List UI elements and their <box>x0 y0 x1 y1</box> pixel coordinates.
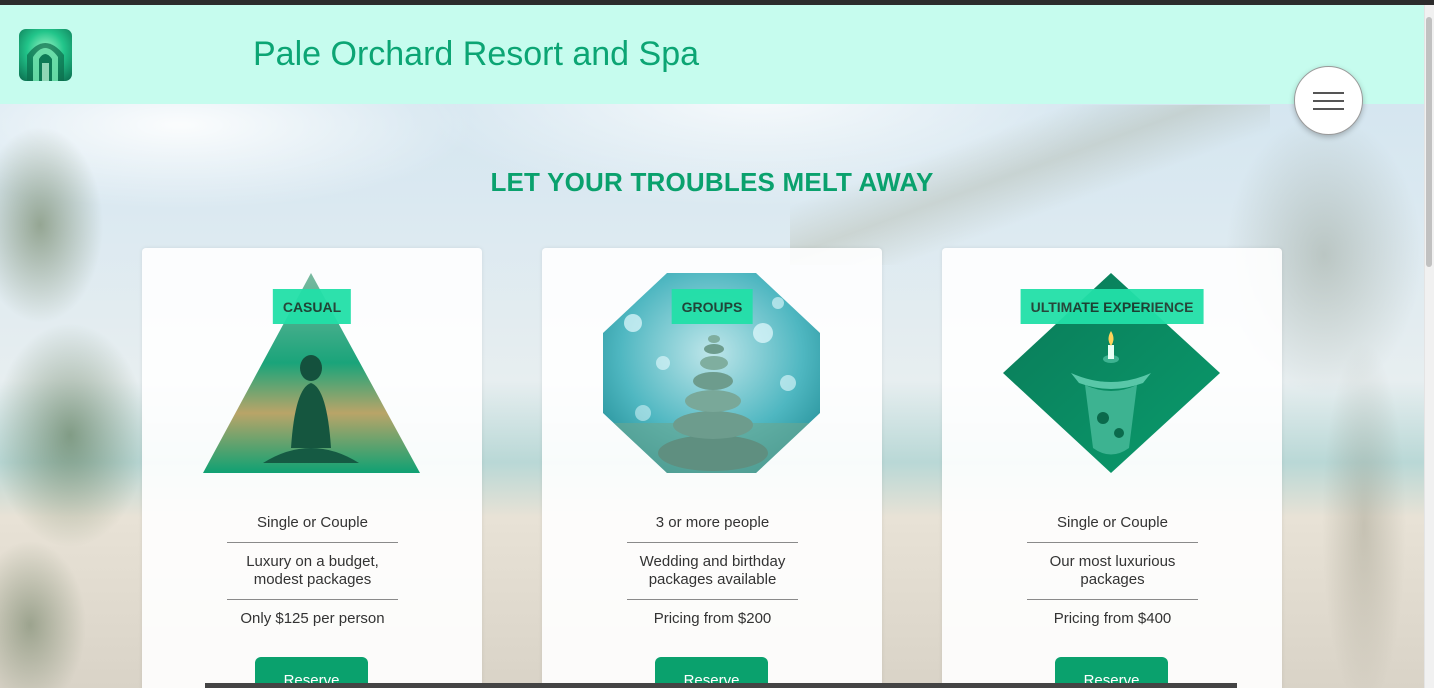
feature-item: Single or Couple <box>1027 510 1198 543</box>
hamburger-menu-icon <box>1313 91 1344 94</box>
site-header: Pale Orchard Resort and Spa <box>0 5 1424 104</box>
hamburger-menu-button[interactable] <box>1294 66 1363 135</box>
feature-list: Single or Couple Our most luxurious pack… <box>1027 510 1198 638</box>
feature-list: 3 or more people Wedding and birthday pa… <box>627 510 798 638</box>
feature-item: 3 or more people <box>627 510 798 543</box>
page: Pale Orchard Resort and Spa LET YOUR TRO… <box>0 5 1424 688</box>
package-card-casual: CASUAL Single or Couple Luxury on a budg… <box>142 248 482 688</box>
feature-item: Luxury on a budget, modest packages <box>227 543 398 600</box>
page-headline: LET YOUR TROUBLES MELT AWAY <box>490 167 934 197</box>
site-title: Pale Orchard Resort and Spa <box>253 35 700 73</box>
feature-list: Single or Couple Luxury on a budget, mod… <box>227 510 398 638</box>
vertical-scrollbar[interactable] <box>1424 5 1434 688</box>
feature-item: Wedding and birthday packages available <box>627 543 798 600</box>
package-tag: ULTIMATE EXPERIENCE <box>1020 289 1204 324</box>
package-card-ultimate: ULTIMATE EXPERIENCE Single or Couple Our… <box>942 248 1282 688</box>
resort-logo-icon[interactable] <box>19 29 72 81</box>
package-tag: GROUPS <box>671 289 753 324</box>
feature-item: Only $125 per person <box>240 610 385 627</box>
package-tag: CASUAL <box>272 289 352 324</box>
bottom-edge <box>205 683 1237 688</box>
package-card-groups: GROUPS 3 or more people Wedding and birt… <box>542 248 882 688</box>
feature-item: Pricing from $400 <box>1053 610 1172 627</box>
scrollbar-thumb[interactable] <box>1426 17 1432 267</box>
feature-item: Pricing from $200 <box>653 610 772 627</box>
feature-item: Single or Couple <box>227 510 398 543</box>
feature-item: Our most luxurious packages <box>1027 543 1198 600</box>
